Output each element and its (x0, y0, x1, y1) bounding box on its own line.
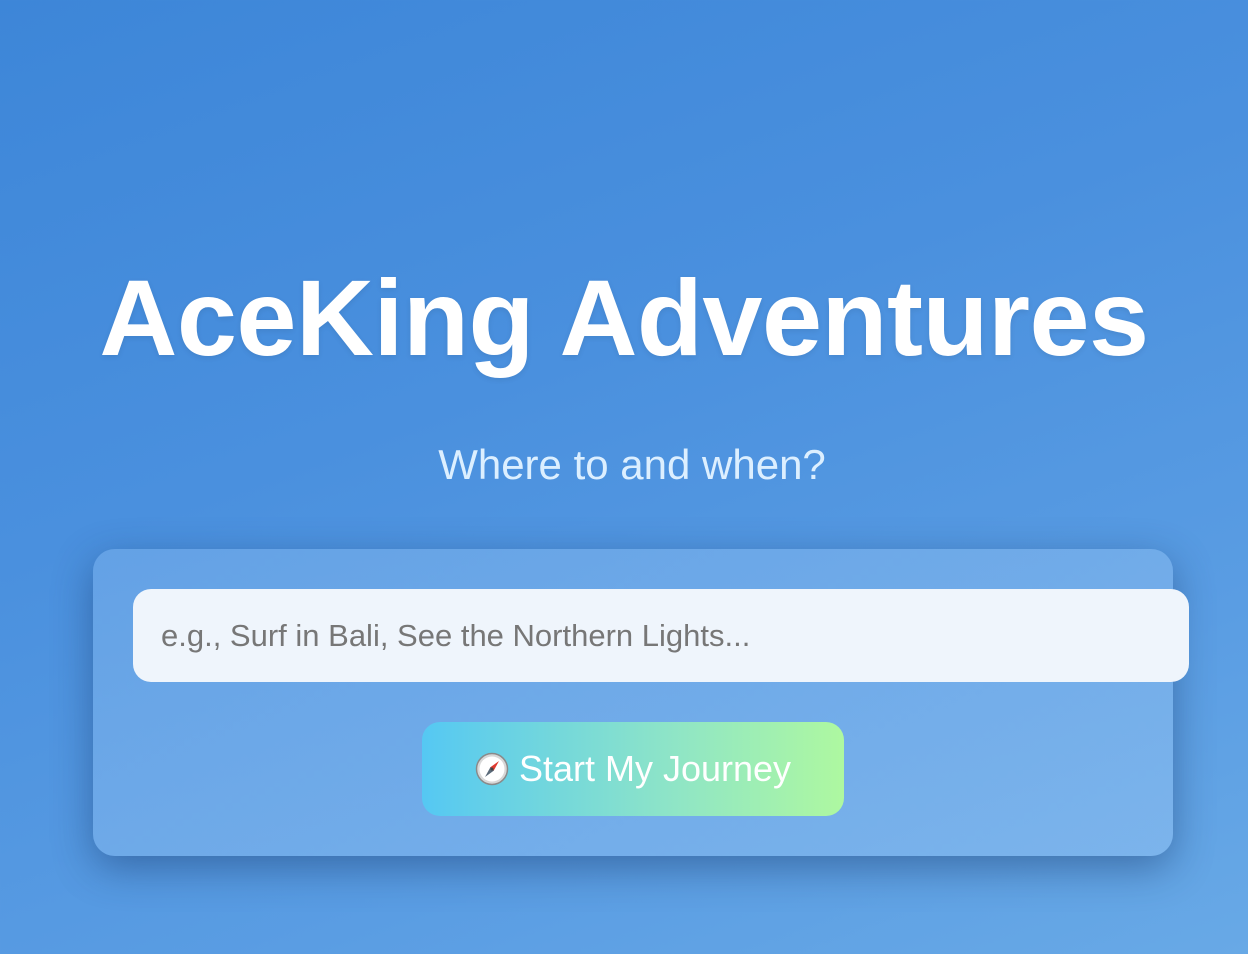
page-subtitle: Where to and when? (438, 441, 826, 488)
start-journey-label: Start My Journey (518, 748, 792, 789)
destination-input[interactable] (133, 589, 1189, 682)
page-title: AceKing Adventures (99, 257, 1149, 378)
hero-section: AceKing Adventures Where to and when? St… (0, 0, 1248, 954)
compass-icon (475, 752, 509, 786)
start-journey-button[interactable]: Start My Journey (422, 722, 844, 816)
